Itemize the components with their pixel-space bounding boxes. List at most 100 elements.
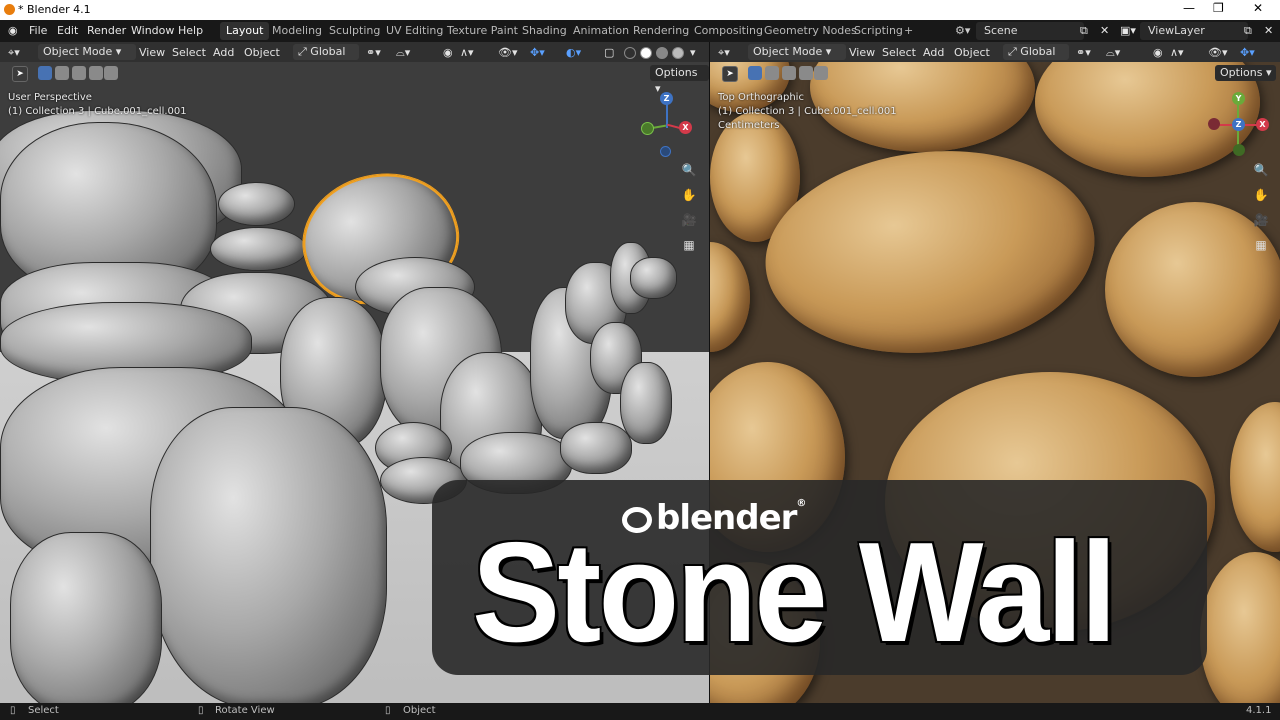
select-extend-icon[interactable]: [55, 66, 69, 80]
falloff-icon[interactable]: ∧▾: [1170, 45, 1184, 60]
new-scene-icon[interactable]: ⧉: [1080, 24, 1088, 38]
select-extend-icon[interactable]: [765, 66, 779, 80]
proportional-edit-icon[interactable]: ◉: [1153, 45, 1163, 60]
gizmo-x-handle[interactable]: X: [1256, 118, 1269, 131]
menu-render[interactable]: Render: [87, 24, 126, 37]
snap-icon[interactable]: ⌓▾: [1106, 45, 1120, 60]
gizmo-neg-y-handle[interactable]: [641, 122, 654, 135]
gizmo-neg-z-handle[interactable]: [660, 146, 671, 157]
gizmo-z-handle[interactable]: Z: [660, 92, 673, 105]
menu-file[interactable]: File: [29, 24, 47, 37]
add-workspace-button[interactable]: +: [898, 22, 919, 40]
stone: [218, 182, 295, 226]
delete-view-layer-icon[interactable]: ✕: [1264, 24, 1273, 37]
tab-layout[interactable]: Layout: [220, 22, 270, 40]
select-intersect-icon[interactable]: [104, 66, 118, 80]
material-shading-icon[interactable]: [656, 47, 668, 59]
menu-object[interactable]: Object: [244, 45, 280, 60]
gizmo-x-handle[interactable]: X: [679, 121, 692, 134]
proportional-edit-icon[interactable]: ◉: [443, 45, 453, 60]
menu-add[interactable]: Add: [923, 45, 944, 60]
pan-hand-icon[interactable]: ✋: [679, 185, 699, 205]
visibility-icon[interactable]: 👁▾: [1208, 45, 1228, 60]
pan-hand-icon[interactable]: ✋: [1251, 185, 1271, 205]
mouse-middle-icon: ▯: [198, 705, 204, 716]
orientation-dropdown[interactable]: ⤢ Global ▾: [1003, 44, 1069, 74]
overlay-toggle-icon[interactable]: ◐▾: [566, 45, 581, 60]
rendered-shading-icon[interactable]: [672, 47, 684, 59]
menu-view[interactable]: View: [139, 45, 165, 60]
gizmo-z-handle[interactable]: Z: [1232, 118, 1245, 131]
gizmo-toggle-icon[interactable]: ✥▾: [1240, 45, 1255, 60]
zoom-icon[interactable]: 🔍: [1251, 160, 1271, 180]
tab-uv-editing[interactable]: UV Editing: [380, 22, 449, 40]
view-layer-name: ViewLayer: [1148, 24, 1205, 37]
navigation-gizmo[interactable]: Z X: [640, 92, 700, 158]
gizmo-neg-y-handle[interactable]: [1233, 144, 1245, 156]
mode-dropdown[interactable]: Object Mode ▾: [38, 44, 136, 60]
scene-selector[interactable]: Scene: [976, 22, 1084, 40]
status-object: Object: [403, 705, 436, 716]
snap-icon[interactable]: ⌓▾: [396, 45, 410, 60]
select-intersect-icon[interactable]: [814, 66, 828, 80]
scene-icon[interactable]: ⚙▾: [955, 24, 970, 37]
select-new-icon[interactable]: [38, 66, 52, 80]
ortho-toggle-icon[interactable]: ▦: [679, 235, 699, 255]
close-icon[interactable]: ✕: [1253, 1, 1263, 15]
pivot-icon[interactable]: ⚭▾: [366, 45, 381, 60]
camera-view-icon[interactable]: 🎥: [1251, 210, 1271, 230]
view-layer-selector[interactable]: ViewLayer: [1140, 22, 1248, 40]
new-view-layer-icon[interactable]: ⧉: [1244, 24, 1252, 38]
menu-view[interactable]: View: [849, 45, 875, 60]
solid-shading-icon[interactable]: [640, 47, 652, 59]
select-new-icon[interactable]: [748, 66, 762, 80]
options-dropdown[interactable]: Options ▾: [650, 65, 709, 95]
gizmo-y-handle[interactable]: Y: [1232, 92, 1245, 105]
menu-help[interactable]: Help: [178, 24, 203, 37]
mode-dropdown[interactable]: Object Mode ▾: [748, 44, 846, 60]
tab-texture-paint[interactable]: Texture Paint: [441, 22, 524, 40]
maximize-icon[interactable]: ❐: [1213, 1, 1224, 15]
select-subtract-icon[interactable]: [782, 66, 796, 80]
minimize-icon[interactable]: —: [1183, 1, 1195, 15]
tab-rendering[interactable]: Rendering: [627, 22, 695, 40]
delete-scene-icon[interactable]: ✕: [1100, 24, 1109, 37]
select-invert-icon[interactable]: [89, 66, 103, 80]
shading-options-icon[interactable]: ▾: [690, 45, 696, 60]
tab-animation[interactable]: Animation: [567, 22, 635, 40]
orientation-dropdown[interactable]: ⤢ Global ▾: [293, 44, 359, 74]
visibility-icon[interactable]: 👁▾: [498, 45, 518, 60]
options-dropdown[interactable]: Options ▾: [1215, 65, 1277, 81]
pivot-icon[interactable]: ⚭▾: [1076, 45, 1091, 60]
select-invert-icon[interactable]: [799, 66, 813, 80]
gizmo-neg-x-handle[interactable]: [1208, 118, 1220, 130]
xray-icon[interactable]: ▢: [604, 45, 614, 60]
options-label: Options: [1220, 66, 1263, 79]
menu-select[interactable]: Select: [882, 45, 916, 60]
tab-shading[interactable]: Shading: [516, 22, 573, 40]
gizmo-toggle-icon[interactable]: ✥▾: [530, 45, 545, 60]
camera-view-icon[interactable]: 🎥: [679, 210, 699, 230]
view-layer-icon[interactable]: ▣▾: [1120, 24, 1136, 37]
menu-window[interactable]: Window: [131, 24, 174, 37]
zoom-icon[interactable]: 🔍: [679, 160, 699, 180]
wireframe-shading-icon[interactable]: [624, 47, 636, 59]
menu-select[interactable]: Select: [172, 45, 206, 60]
select-tool-icon[interactable]: ➤: [12, 66, 28, 82]
menu-add[interactable]: Add: [213, 45, 234, 60]
menu-edit[interactable]: Edit: [57, 24, 78, 37]
navigation-gizmo[interactable]: Y X Z: [1206, 92, 1269, 158]
editor-type-icon[interactable]: ⌖▾: [8, 45, 20, 60]
menu-object[interactable]: Object: [954, 45, 990, 60]
rock: [755, 135, 1105, 369]
units-label: Centimeters: [718, 120, 780, 131]
tab-compositing[interactable]: Compositing: [688, 22, 769, 40]
tab-modeling[interactable]: Modeling: [266, 22, 328, 40]
select-tool-icon[interactable]: ➤: [722, 66, 738, 82]
select-subtract-icon[interactable]: [72, 66, 86, 80]
tab-sculpting[interactable]: Sculpting: [323, 22, 386, 40]
blender-menu-icon[interactable]: ◉: [8, 24, 18, 37]
ortho-toggle-icon[interactable]: ▦: [1251, 235, 1271, 255]
editor-type-icon[interactable]: ⌖▾: [718, 45, 730, 60]
falloff-icon[interactable]: ∧▾: [460, 45, 474, 60]
